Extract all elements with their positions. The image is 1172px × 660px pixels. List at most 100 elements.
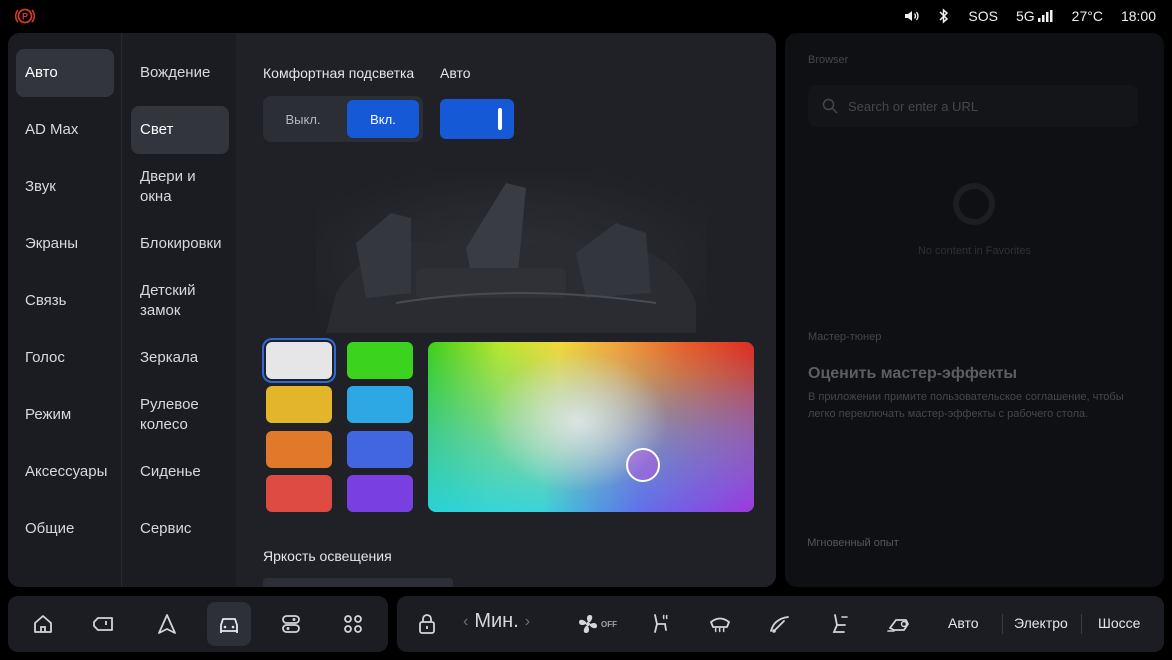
- home-button[interactable]: [21, 602, 65, 646]
- no-content-text: No content in Favorites: [917, 245, 1032, 257]
- lock-icon: [419, 614, 435, 634]
- color-swatch-green[interactable]: [347, 342, 413, 379]
- subnav-item-steering-wheel[interactable]: Рулевое колесо: [131, 391, 211, 439]
- subnav-item-service[interactable]: Сервис: [131, 505, 229, 553]
- comfort-light-on-button[interactable]: Вкл.: [347, 100, 419, 138]
- subnav-item-locks[interactable]: Блокировки: [131, 220, 229, 268]
- temp-decrease-icon[interactable]: ‹: [463, 613, 468, 631]
- climate-temperature-control: ‹ Мин. ›: [463, 610, 530, 633]
- nav-item-voice[interactable]: Голос: [16, 334, 114, 382]
- seat-heat-icon: [654, 614, 668, 633]
- main-category-nav: Авто AD Max Звук Экраны Связь Голос Режи…: [8, 33, 122, 587]
- climate-temperature-value: Мин.: [474, 610, 519, 632]
- subnav-item-driving[interactable]: Вождение: [131, 49, 229, 97]
- seat-ventilation-button[interactable]: [817, 602, 861, 646]
- navigation-button[interactable]: [145, 602, 189, 646]
- color-swatch-white[interactable]: [266, 342, 332, 379]
- temp-increase-icon[interactable]: ›: [525, 613, 530, 631]
- color-picker-cursor[interactable]: [626, 448, 660, 482]
- mirror-heat-button[interactable]: [877, 602, 921, 646]
- volume-icon[interactable]: [904, 9, 920, 23]
- outside-temperature: 27°C: [1071, 8, 1103, 24]
- bluetooth-icon[interactable]: [938, 8, 950, 24]
- nav-item-ad-max[interactable]: AD Max: [16, 106, 114, 154]
- color-swatch-purple[interactable]: [347, 475, 413, 512]
- seat-heating-button[interactable]: [638, 602, 682, 646]
- auto-light-toggle[interactable]: [440, 99, 514, 139]
- comfort-light-off-button[interactable]: Выкл.: [267, 100, 339, 138]
- sos-button[interactable]: SOS: [968, 8, 998, 24]
- comfort-light-title: Комфортная подсветка: [263, 65, 415, 81]
- master-tuner-label: Мастер-тюнер: [808, 331, 882, 343]
- color-swatch-cyan[interactable]: [347, 386, 413, 423]
- lock-button[interactable]: [405, 602, 449, 646]
- nav-item-sound[interactable]: Звук: [16, 163, 114, 211]
- color-picker-spectrum[interactable]: [428, 342, 754, 512]
- car-door-button[interactable]: [82, 602, 126, 646]
- wiper-icon: [770, 616, 789, 633]
- network-indicator: 5G: [1016, 8, 1054, 24]
- comfort-light-segmented-control: Выкл. Вкл.: [263, 96, 423, 142]
- navigation-icon: [158, 614, 176, 634]
- drive-mode-auto[interactable]: Авто: [948, 615, 979, 631]
- color-swatch-yellow[interactable]: [266, 386, 332, 423]
- steering-heat-button[interactable]: [758, 602, 802, 646]
- nav-item-auto[interactable]: Авто: [16, 49, 114, 97]
- color-swatch-red[interactable]: [266, 475, 332, 512]
- subnav-item-seat[interactable]: Сиденье: [131, 448, 229, 496]
- defrost-button[interactable]: [698, 602, 742, 646]
- fan-off-label: OFF: [601, 619, 617, 629]
- svg-text:P: P: [22, 12, 28, 22]
- parking-brake-icon: P: [14, 8, 36, 24]
- nav-item-connectivity[interactable]: Связь: [16, 277, 114, 325]
- subnav-item-doors-windows[interactable]: Двери и окна: [131, 163, 211, 211]
- browser-url-bar[interactable]: Search or enter a URL: [808, 85, 1138, 127]
- master-tuner-title: Оценить мастер-эффекты: [808, 365, 1018, 382]
- apps-button[interactable]: [331, 602, 375, 646]
- car-door-icon: [93, 617, 113, 631]
- browser-widget-title: Browser: [808, 54, 849, 66]
- nav-item-screens[interactable]: Экраны: [16, 220, 114, 268]
- url-placeholder: Search or enter a URL: [848, 98, 979, 114]
- search-icon: [822, 98, 838, 114]
- drive-mode-electric[interactable]: Электро: [1014, 615, 1068, 631]
- subnav-item-mirrors[interactable]: Зеркала: [131, 334, 229, 382]
- controls-button[interactable]: [269, 602, 313, 646]
- color-swatch-orange[interactable]: [266, 431, 332, 468]
- defrost-icon: [710, 617, 730, 633]
- settings-panel: Авто AD Max Звук Экраны Связь Голос Режи…: [8, 33, 776, 587]
- brightness-slider[interactable]: [263, 578, 453, 587]
- fan-icon: [579, 615, 597, 633]
- climate-dock: ‹ Мин. › OFF Авто Электро Шоссе: [397, 596, 1164, 652]
- nav-item-mode[interactable]: Режим: [16, 391, 114, 439]
- mirror-heat-icon: [887, 619, 909, 632]
- car-icon: [220, 618, 238, 633]
- empty-favorites-icon: [953, 183, 995, 225]
- nav-item-accessories[interactable]: Аксессуары: [16, 448, 114, 496]
- app-dock: [8, 596, 388, 652]
- network-label: 5G: [1015, 8, 1035, 24]
- toggles-icon: [282, 615, 300, 633]
- car-interior-image: [316, 173, 706, 333]
- auto-light-title: Авто: [440, 65, 471, 81]
- vehicle-settings-button[interactable]: [207, 602, 251, 646]
- brightness-label: Яркость освещения: [263, 548, 392, 564]
- fan-button[interactable]: OFF: [571, 602, 623, 646]
- light-settings-content: Комфортная подсветка Авто Выкл. Вкл. Ярк…: [236, 33, 776, 587]
- instant-experience-button[interactable]: Мгновенный опыт: [807, 523, 899, 563]
- toggle-knob: [498, 108, 502, 130]
- clock: 18:00: [1120, 8, 1156, 24]
- home-icon: [34, 615, 52, 633]
- nav-item-general[interactable]: Общие: [16, 505, 114, 553]
- subnav-item-light[interactable]: Свет: [131, 106, 229, 154]
- sub-category-nav: Вождение Свет Двери и окна Блокировки Де…: [123, 33, 236, 587]
- side-widget-panel: Browser Search or enter a URL No content…: [785, 33, 1164, 587]
- signal-icon: [1037, 10, 1053, 22]
- color-swatch-blue[interactable]: [347, 431, 413, 468]
- status-bar: P SOS 5G 27°C 18:00: [0, 0, 1172, 32]
- apps-grid-icon: [344, 615, 362, 633]
- subnav-item-child-lock[interactable]: Детский замок: [131, 277, 211, 325]
- drive-mode-highway[interactable]: Шоссе: [1098, 615, 1140, 631]
- master-tuner-description: В приложении примите пользовательское со…: [808, 391, 1124, 420]
- seat-icon: [832, 614, 848, 633]
